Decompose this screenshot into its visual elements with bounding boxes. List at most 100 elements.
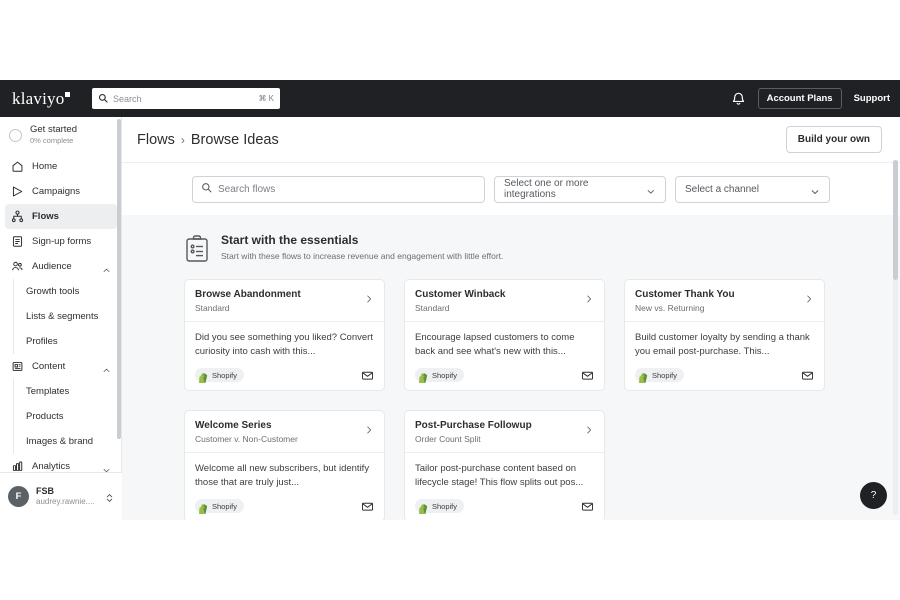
sidebar-item-label: Home bbox=[32, 160, 58, 172]
main-scrollbar-thumb[interactable] bbox=[893, 160, 898, 280]
support-link[interactable]: Support bbox=[854, 93, 890, 104]
sidebar-item-label: Campaigns bbox=[32, 185, 81, 197]
integration-badge: Shopify bbox=[415, 499, 465, 515]
flow-card-subtitle: Standard bbox=[415, 303, 450, 313]
sidebar-subitem-lists-segments[interactable]: Lists & segments bbox=[14, 304, 122, 329]
breadcrumb-separator-icon: › bbox=[180, 132, 185, 147]
account-switcher[interactable]: F FSB audrey.rawnie.... bbox=[0, 472, 122, 520]
email-icon bbox=[581, 500, 594, 513]
flow-card-description: Did you see something you liked? Convert… bbox=[195, 332, 373, 357]
integration-badge-label: Shopify bbox=[212, 501, 238, 511]
sidebar-item-flows[interactable]: Flows bbox=[5, 203, 117, 229]
flow-card[interactable]: Customer Winback Standard Encourage laps… bbox=[404, 279, 605, 391]
flow-card[interactable]: Post-Purchase Followup Order Count Split… bbox=[404, 410, 605, 520]
sidebar-item-content[interactable]: Content bbox=[5, 354, 117, 379]
integration-badge-label: Shopify bbox=[212, 370, 238, 380]
sidebar-item-campaigns[interactable]: Campaigns bbox=[5, 179, 117, 204]
section-header-essentials: Start with the essentials Start with the… bbox=[122, 215, 900, 263]
flow-card-header: Customer Winback Standard bbox=[405, 280, 604, 322]
flow-card-header: Browse Abandonment Standard bbox=[185, 280, 384, 322]
sidebar-subitem-templates[interactable]: Templates bbox=[14, 379, 122, 404]
chevron-down-icon bbox=[646, 184, 656, 195]
chevron-up-icon[interactable] bbox=[102, 262, 111, 272]
flow-card[interactable]: Customer Thank You New vs. Returning Bui… bbox=[624, 279, 825, 391]
global-search-placeholder: Search bbox=[113, 93, 142, 104]
home-icon bbox=[11, 160, 24, 173]
flow-card-description: Encourage lapsed customers to come back … bbox=[415, 332, 575, 357]
flow-card-subtitle: New vs. Returning bbox=[635, 303, 705, 313]
shopify-icon bbox=[639, 370, 648, 384]
shopify-icon bbox=[419, 370, 428, 384]
email-icon bbox=[361, 369, 374, 382]
integration-badge: Shopify bbox=[195, 499, 245, 515]
flow-card[interactable]: Browse Abandonment Standard Did you see … bbox=[184, 279, 385, 391]
sidebar: Get started 0% complete Home Campaigns F… bbox=[0, 117, 122, 520]
integration-badge: Shopify bbox=[635, 368, 685, 384]
chevron-updown-icon[interactable] bbox=[105, 491, 114, 502]
breadcrumb-parent[interactable]: Flows bbox=[137, 132, 175, 148]
filter-bar: Search flows Select one or more integrat… bbox=[122, 162, 900, 215]
chevron-up-icon[interactable] bbox=[102, 362, 111, 372]
chevron-right-icon[interactable] bbox=[364, 422, 374, 434]
account-name: FSB bbox=[36, 486, 54, 497]
flow-card-description: Build customer loyalty by sending a than… bbox=[635, 332, 810, 357]
sidebar-subitem-images-brand[interactable]: Images & brand bbox=[14, 429, 122, 454]
chevron-right-icon[interactable] bbox=[804, 291, 814, 303]
top-navigation-bar: klaviyo Search ⌘ K Account Plans Support bbox=[0, 80, 900, 117]
chevron-right-icon[interactable] bbox=[584, 422, 594, 434]
chevron-down-icon[interactable] bbox=[102, 462, 111, 472]
search-shortcut-hint: ⌘ K bbox=[258, 94, 274, 103]
sidebar-item-label: Analytics bbox=[32, 460, 71, 472]
klaviyo-logo[interactable]: klaviyo bbox=[12, 89, 71, 109]
email-icon bbox=[581, 369, 594, 382]
flow-card-title: Customer Thank You bbox=[635, 289, 735, 300]
account-plans-button[interactable]: Account Plans bbox=[757, 88, 842, 109]
flow-card-footer: Shopify bbox=[195, 368, 374, 384]
email-icon bbox=[801, 369, 814, 382]
chevron-right-icon[interactable] bbox=[364, 291, 374, 303]
integrations-select[interactable]: Select one or more integrations bbox=[494, 175, 666, 203]
sidebar-scrollbar-thumb[interactable] bbox=[117, 119, 121, 439]
search-flows-input[interactable]: Search flows bbox=[192, 175, 485, 203]
flow-card-title: Post-Purchase Followup bbox=[415, 420, 532, 431]
avatar: F bbox=[8, 486, 29, 507]
main-content: Flows › Browse Ideas Build your own Sear… bbox=[122, 117, 900, 520]
help-button[interactable]: ? bbox=[860, 482, 887, 509]
section-subtitle: Start with these flows to increase reven… bbox=[221, 251, 504, 261]
sidebar-subitem-label: Products bbox=[26, 410, 64, 422]
integration-badge: Shopify bbox=[415, 368, 465, 384]
sidebar-scroll-region: Get started 0% complete Home Campaigns F… bbox=[0, 117, 122, 472]
sidebar-item-analytics[interactable]: Analytics bbox=[5, 454, 117, 472]
sidebar-subitem-profiles[interactable]: Profiles bbox=[14, 329, 122, 354]
sidebar-item-label: Audience bbox=[32, 260, 72, 272]
sidebar-item-signup-forms[interactable]: Sign-up forms bbox=[5, 229, 117, 254]
flow-card[interactable]: Welcome Series Customer v. Non-Customer … bbox=[184, 410, 385, 520]
flow-card-title: Welcome Series bbox=[195, 420, 272, 431]
flow-card-body: Tailor post-purchase content based on li… bbox=[405, 453, 604, 520]
sidebar-item-home[interactable]: Home bbox=[5, 154, 117, 179]
integration-badge-label: Shopify bbox=[432, 501, 458, 511]
build-your-own-button[interactable]: Build your own bbox=[785, 126, 882, 153]
chevron-right-icon[interactable] bbox=[584, 291, 594, 303]
integration-badge-label: Shopify bbox=[432, 370, 458, 380]
flow-card-subtitle: Standard bbox=[195, 303, 230, 313]
sidebar-subitem-growth-tools[interactable]: Growth tools bbox=[14, 279, 122, 304]
flow-card-title: Browse Abandonment bbox=[195, 289, 301, 300]
sidebar-subitem-label: Templates bbox=[26, 385, 70, 397]
breadcrumb: Flows › Browse Ideas bbox=[137, 132, 279, 148]
sidebar-subitem-label: Lists & segments bbox=[26, 310, 99, 322]
channel-select[interactable]: Select a channel bbox=[675, 175, 830, 203]
sidebar-item-label: Flows bbox=[32, 210, 59, 222]
breadcrumb-current[interactable]: Browse Ideas bbox=[191, 132, 279, 148]
analytics-icon bbox=[11, 460, 24, 472]
send-icon bbox=[11, 185, 24, 198]
global-search-input[interactable]: Search ⌘ K bbox=[92, 88, 280, 109]
search-icon bbox=[98, 90, 108, 108]
shopify-icon bbox=[199, 501, 208, 515]
app-viewport: klaviyo Search ⌘ K Account Plans Support bbox=[0, 80, 900, 520]
bell-icon[interactable] bbox=[731, 91, 746, 106]
sidebar-subitem-products[interactable]: Products bbox=[14, 404, 122, 429]
sidebar-get-started[interactable]: Get started 0% complete bbox=[0, 117, 122, 154]
sidebar-item-audience[interactable]: Audience bbox=[5, 254, 117, 279]
chevron-down-icon bbox=[810, 184, 820, 194]
